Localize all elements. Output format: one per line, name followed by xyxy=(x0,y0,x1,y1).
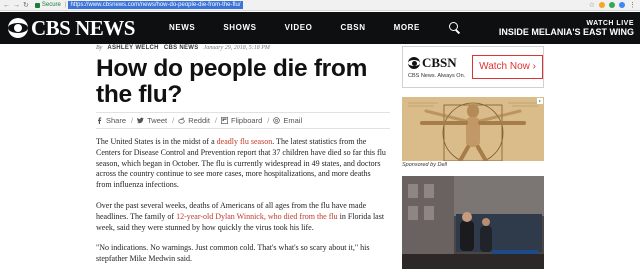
page-title: How do people die from the flu? xyxy=(96,55,368,108)
nav-item-more[interactable]: MORE xyxy=(382,12,436,44)
reload-icon[interactable]: ↻ xyxy=(23,0,29,11)
street-scene-image xyxy=(402,176,544,269)
address-bar[interactable]: https://www.cbsnews.com/news/how-do-peop… xyxy=(68,1,243,9)
adchoices-icon[interactable]: ▸ xyxy=(537,98,543,104)
share-divider: / xyxy=(214,116,217,125)
main-nav: NEWS SHOWS VIDEO CBSN MORE xyxy=(157,12,436,44)
logo-text: CBS NEWS xyxy=(31,15,135,40)
share-label: Reddit xyxy=(188,116,210,125)
share-label: Flipboard xyxy=(231,116,263,125)
share-facebook-button[interactable]: Share xyxy=(96,116,130,125)
cbs-eye-icon xyxy=(8,18,28,38)
publish-date: January 29, 2018, 5:18 PM xyxy=(203,45,270,51)
watch-live-promo[interactable]: WATCH LIVE INSIDE MELANIA'S EAST WING xyxy=(499,20,640,37)
forward-icon[interactable]: → xyxy=(13,0,20,11)
watch-live-label: WATCH LIVE xyxy=(586,19,634,27)
article-paragraph: The United States is in the midst of a d… xyxy=(96,137,388,191)
lock-icon xyxy=(34,2,40,8)
share-divider: / xyxy=(131,116,134,125)
section-name[interactable]: CBS NEWS xyxy=(164,45,199,51)
security-indicator[interactable]: Secure | xyxy=(34,0,69,11)
extension-icon[interactable] xyxy=(619,2,625,8)
back-icon[interactable]: ← xyxy=(3,0,10,11)
share-label: Share xyxy=(106,116,127,125)
paragraph-text: The United States is in the midst of a xyxy=(96,137,217,146)
share-bar: Share / Tweet / Reddit / Flipboard / Ema… xyxy=(96,112,390,129)
site-header: CBS NEWS NEWS SHOWS VIDEO CBSN MORE WATC… xyxy=(0,12,640,44)
sponsored-label: Sponsored by Dell xyxy=(402,162,447,168)
nav-item-cbsn[interactable]: CBSN xyxy=(329,12,382,44)
email-icon xyxy=(273,117,281,124)
url-separator: | xyxy=(64,1,67,8)
browser-toolbar: ← → ↻ Secure | https://www.cbsnews.com/n… xyxy=(0,0,640,11)
search-icon[interactable] xyxy=(448,12,462,44)
vitruvian-man-illustration xyxy=(402,97,544,161)
cbs-news-logo[interactable]: CBS NEWS xyxy=(8,12,135,44)
browser-menu-icon[interactable]: ⋮ xyxy=(629,0,636,11)
twitter-icon xyxy=(137,117,144,124)
facebook-icon xyxy=(96,117,103,124)
nav-item-video[interactable]: VIDEO xyxy=(273,12,329,44)
cbsn-logo: CBSN xyxy=(408,55,466,71)
article-paragraph: "No indications. No warnings. Just commo… xyxy=(96,243,370,264)
sponsored-ad-image[interactable]: ▸ xyxy=(402,97,544,161)
extension-icon[interactable] xyxy=(599,2,605,8)
flipboard-icon xyxy=(220,116,229,125)
cbs-eye-icon xyxy=(408,57,420,69)
share-reddit-button[interactable]: Reddit xyxy=(178,116,214,125)
video-thumbnail[interactable] xyxy=(402,176,544,269)
bookmark-star-icon[interactable]: ☆ xyxy=(589,0,595,11)
author-name[interactable]: ASHLEY WELCH xyxy=(107,45,159,51)
watch-now-button[interactable]: Watch Now › xyxy=(472,55,543,79)
cbsn-logo-text: CBSN xyxy=(422,55,457,70)
secure-label: Secure xyxy=(41,1,61,8)
share-divider: / xyxy=(172,116,175,125)
share-flipboard-button[interactable]: Flipboard xyxy=(220,116,266,125)
byline: By ASHLEY WELCH CBS NEWS January 29, 201… xyxy=(96,45,270,51)
extension-icon[interactable] xyxy=(609,2,615,8)
share-label: Email xyxy=(283,116,303,125)
deadly-flu-season-link[interactable]: deadly flu season xyxy=(217,137,273,146)
share-twitter-button[interactable]: Tweet xyxy=(137,116,171,125)
byline-prefix: By xyxy=(96,45,103,51)
live-headline: INSIDE MELANIA'S EAST WING xyxy=(498,26,634,37)
share-divider: / xyxy=(267,116,270,125)
browser-nav-buttons: ← → ↻ xyxy=(0,0,29,11)
nav-item-news[interactable]: NEWS xyxy=(157,12,211,44)
share-email-button[interactable]: Email xyxy=(273,116,306,125)
reddit-icon xyxy=(178,117,185,124)
dylan-winnick-link[interactable]: 12-year-old Dylan Winnick, who died from… xyxy=(176,212,338,221)
browser-extensions: ☆ ⋮ xyxy=(589,0,640,11)
cbsn-ad[interactable]: CBSN CBS News. Always On. Watch Now › xyxy=(402,46,544,88)
cbsn-tagline: CBS News. Always On. xyxy=(408,73,466,79)
article-body: The United States is in the midst of a d… xyxy=(96,137,388,269)
article-paragraph: Over the past several weeks, deaths of A… xyxy=(96,201,388,233)
nav-item-shows[interactable]: SHOWS xyxy=(211,12,272,44)
share-label: Tweet xyxy=(147,116,168,125)
cbsn-ad-brand: CBSN CBS News. Always On. xyxy=(403,55,466,79)
